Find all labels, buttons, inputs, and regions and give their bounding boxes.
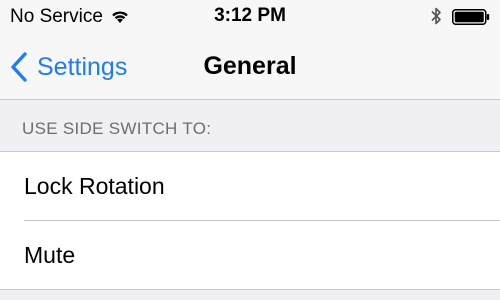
top-bar: No Service 3:12 PM Settings General (0, 0, 500, 100)
list-item-lock-rotation[interactable]: Lock Rotation (0, 152, 500, 221)
list-item-label: Lock Rotation (24, 173, 165, 199)
battery-icon (452, 9, 490, 25)
settings-screen: No Service 3:12 PM Settings General USE … (0, 0, 500, 300)
page-title-text: General (203, 52, 297, 80)
list-item-label: Mute (24, 242, 76, 268)
status-time: 3:12 PM (214, 5, 286, 26)
navigation-bar: Settings General (0, 34, 500, 100)
page-title: General (0, 52, 500, 81)
list-item-mute[interactable]: Mute (0, 221, 500, 290)
status-bar: No Service 3:12 PM (0, 0, 500, 34)
options-list: Lock Rotation Mute (0, 151, 500, 290)
section-header: USE SIDE SWITCH TO: (22, 119, 212, 138)
bluetooth-icon (431, 7, 441, 25)
